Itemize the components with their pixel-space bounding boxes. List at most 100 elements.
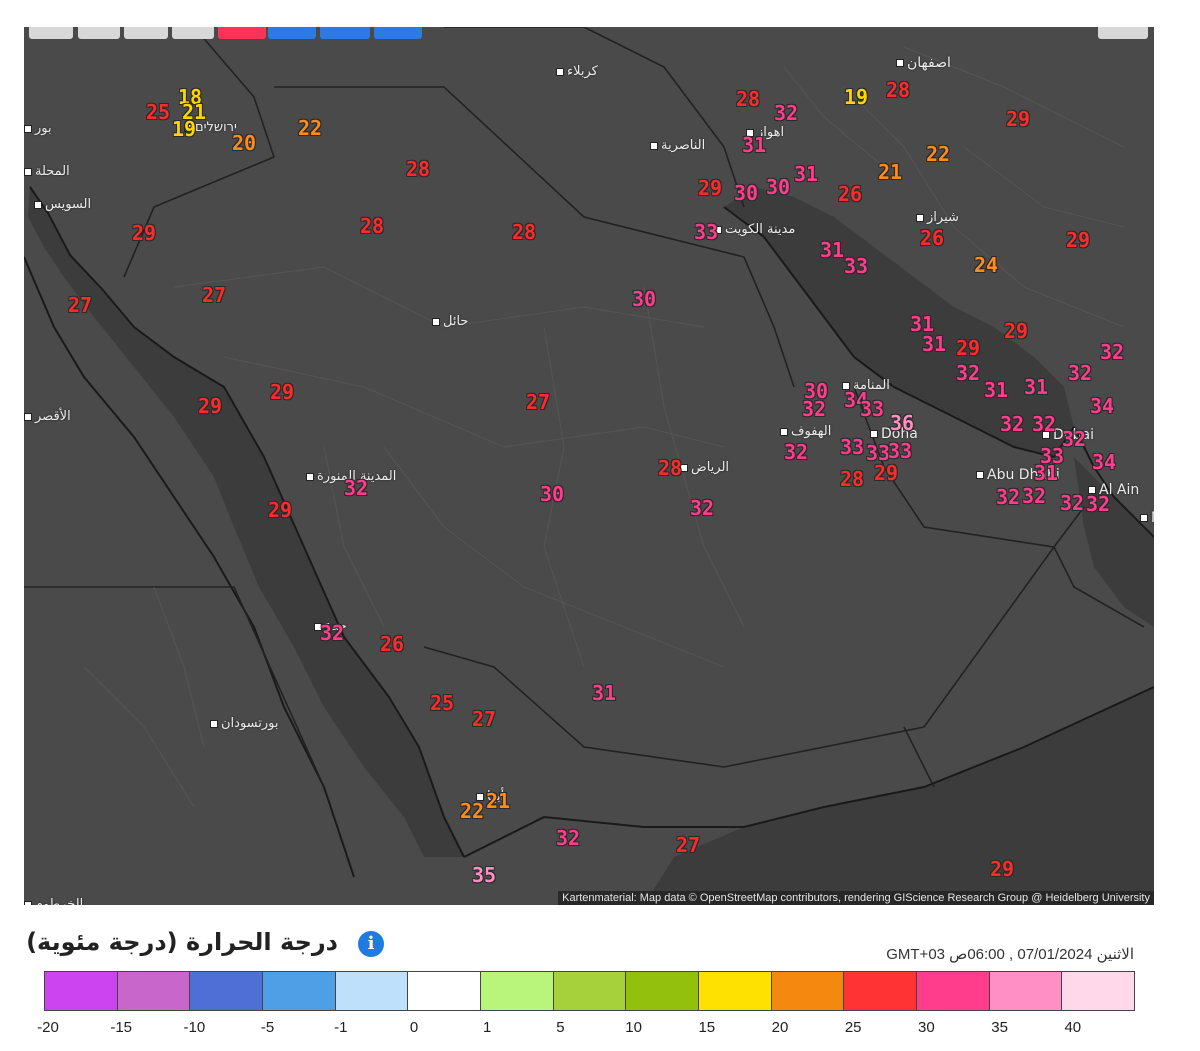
temperature-value: 21	[878, 160, 903, 184]
city-name: الأقصر	[35, 409, 71, 424]
temperature-value: 25	[430, 691, 455, 715]
temperature-value: 29	[956, 336, 981, 360]
city-marker-icon	[1140, 514, 1148, 522]
temperature-value: 26	[380, 632, 405, 656]
city-marker-icon	[24, 412, 32, 421]
city-label: الهفوف	[780, 424, 831, 439]
temperature-value: 34	[1092, 450, 1117, 474]
color-scale-swatch	[45, 972, 118, 1010]
city-label: شيراز	[916, 210, 959, 225]
scale-tick-label: 5	[556, 1019, 565, 1036]
city-name: المحلة	[35, 164, 70, 179]
city-label: السويس	[34, 197, 91, 212]
temperature-value: 24	[974, 253, 999, 277]
temperature-value: 20	[232, 131, 257, 155]
scale-tick-label: 10	[625, 1019, 642, 1036]
city-marker-icon	[210, 719, 218, 728]
color-scale-swatch	[481, 972, 554, 1010]
scale-tick-label: 25	[844, 1019, 862, 1036]
color-scale-swatch	[263, 972, 336, 1010]
temperature-value: 29	[268, 498, 293, 522]
map-toolbar-button[interactable]	[172, 27, 214, 39]
map-attribution: Kartenmaterial: Map data © OpenStreetMap…	[558, 891, 1154, 905]
map-toolbar-button[interactable]	[124, 27, 168, 39]
city-marker-icon	[780, 427, 788, 436]
city-label: الخرطوم	[24, 897, 83, 905]
temperature-value: 29	[1004, 319, 1029, 343]
city-marker-icon	[916, 213, 924, 222]
temperature-value: 32	[1086, 492, 1111, 516]
city-name: مدينة الكويت	[725, 222, 796, 237]
city-label: الناصرية	[650, 138, 705, 153]
city-marker-icon	[34, 200, 42, 209]
temperature-value: 29	[198, 394, 223, 418]
temperature-value: 29	[132, 221, 157, 245]
temperature-value: 28	[406, 157, 431, 181]
temperature-value: 35	[472, 863, 497, 887]
temperature-value: 32	[1062, 427, 1087, 451]
temperature-value: 28	[658, 456, 683, 480]
temperature-value: 19	[172, 117, 197, 141]
temperature-value: 29	[990, 857, 1015, 881]
color-scale-swatch	[699, 972, 772, 1010]
map-toolbar-button[interactable]	[78, 27, 120, 39]
temperature-value: 30	[734, 181, 759, 205]
temperature-value: 32	[556, 826, 581, 850]
temperature-value: 29	[270, 380, 295, 404]
city-label: كربلاء	[556, 64, 598, 79]
temperature-value: 32	[344, 476, 369, 500]
temperature-value: 29	[698, 176, 723, 200]
temperature-value: 36	[890, 411, 915, 435]
color-scale-swatch	[844, 972, 918, 1010]
temperature-value: 32	[1060, 491, 1085, 515]
city-name: الهفوف	[791, 424, 832, 439]
temperature-value: 31	[592, 681, 617, 705]
map-toolbar-button[interactable]	[29, 27, 73, 39]
map-toolbar-button[interactable]	[268, 27, 316, 39]
temperature-value: 32	[1022, 484, 1047, 508]
temperature-value: 28	[360, 214, 385, 238]
scale-tick-label: 20	[771, 1019, 789, 1036]
weather-map[interactable]: كربلاء اصفهان ירושלים المحلة السويس اهواز النا…	[24, 27, 1154, 905]
color-scale-swatch	[335, 972, 409, 1010]
scale-tick-label: -20	[37, 1019, 59, 1036]
city-marker-icon	[24, 167, 32, 176]
temperature-value: 32	[1000, 412, 1025, 436]
temperature-value: 25	[146, 100, 171, 124]
map-toolbar-button[interactable]	[320, 27, 370, 39]
city-label: اصفهان	[896, 55, 951, 71]
city-label: بورتسودان	[210, 716, 279, 731]
scale-tick-label: 15	[698, 1019, 716, 1036]
temperature-value: 27	[472, 707, 497, 731]
city-name: حائل	[443, 314, 469, 329]
scale-tick-label: 35	[991, 1019, 1008, 1036]
temperature-value: 31	[922, 332, 947, 356]
temperature-value: 33	[844, 254, 869, 278]
map-toolbar-button[interactable]	[374, 27, 422, 39]
temperature-value: 28	[512, 220, 537, 244]
temperature-value: 29	[1006, 107, 1031, 131]
city-name: اصفهان	[907, 55, 951, 71]
info-icon[interactable]: i	[358, 931, 384, 957]
temperature-value: 33	[694, 220, 719, 244]
temperature-value: 27	[68, 293, 93, 317]
city-marker-icon	[556, 67, 564, 76]
temperature-value: 28	[840, 467, 865, 491]
temperature-value: 32	[802, 397, 827, 421]
temperature-value: 27	[676, 833, 701, 857]
city-name: M	[1151, 510, 1154, 526]
city-name: بور	[35, 121, 52, 136]
city-name: شيراز	[927, 210, 959, 225]
temperature-value: 33	[860, 397, 885, 421]
city-label: الأقصر	[24, 409, 71, 424]
map-toolbar-button[interactable]	[218, 27, 266, 39]
temperature-value: 32	[1100, 340, 1125, 364]
temperature-value: 32	[784, 440, 809, 464]
temperature-value: 26	[920, 226, 945, 250]
city-marker-icon	[24, 124, 32, 133]
city-label: بور	[24, 121, 52, 136]
temperature-color-scale	[44, 971, 1135, 1011]
temperature-value: 26	[838, 182, 863, 206]
temperature-value: 31	[742, 133, 767, 157]
map-toolbar-button[interactable]	[1098, 27, 1148, 39]
